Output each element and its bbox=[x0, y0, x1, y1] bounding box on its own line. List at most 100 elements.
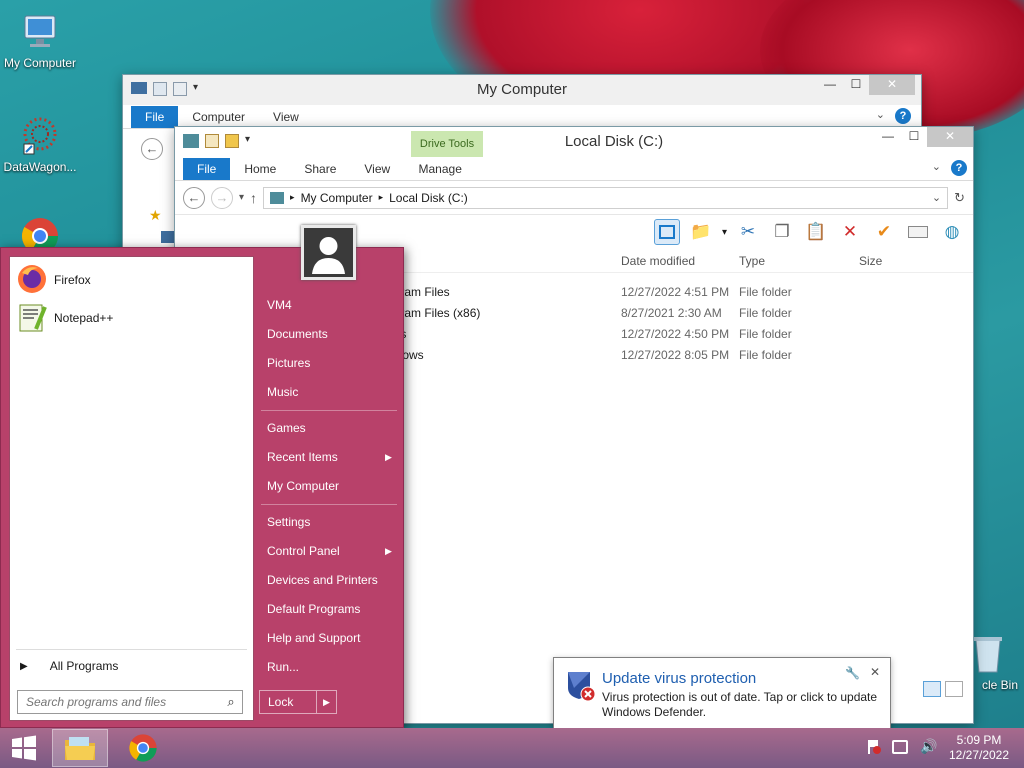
command-toolbar: 📁 ▾ ✂ ❐ 📋 ✕ ✔ ◍ bbox=[175, 215, 973, 249]
tab-computer[interactable]: Computer bbox=[178, 106, 259, 128]
chevron-down-icon[interactable]: ⌄ bbox=[876, 108, 885, 121]
properties-icon[interactable] bbox=[205, 134, 219, 148]
file-date: 12/27/2022 4:50 PM bbox=[621, 326, 730, 341]
large-icons-view-icon[interactable] bbox=[945, 681, 963, 697]
search-box[interactable]: ⌕ bbox=[17, 690, 243, 714]
rename-icon[interactable] bbox=[905, 219, 931, 245]
paste-icon[interactable]: 📋 bbox=[803, 219, 829, 245]
back-button[interactable]: ← bbox=[141, 138, 163, 160]
column-header-type[interactable]: Type bbox=[739, 254, 859, 268]
up-button[interactable]: ↑ bbox=[250, 190, 257, 206]
lock-button[interactable]: Lock ▶ bbox=[259, 690, 337, 714]
start-right-item-settings[interactable]: Settings bbox=[259, 508, 399, 536]
tab-manage[interactable]: Manage bbox=[404, 158, 476, 180]
forward-button[interactable]: → bbox=[211, 186, 233, 209]
file-date: 12/27/2022 8:05 PM bbox=[621, 347, 730, 362]
user-avatar-icon bbox=[304, 228, 353, 277]
clock[interactable]: 5:09 PM 12/27/2022 bbox=[944, 733, 1014, 763]
close-button[interactable]: ✕ bbox=[927, 127, 973, 147]
tab-view[interactable]: View bbox=[350, 158, 404, 180]
start-right-item-devices-printers[interactable]: Devices and Printers bbox=[259, 566, 399, 594]
tab-share[interactable]: Share bbox=[290, 158, 350, 180]
desktop-icon-datawagon[interactable]: DataWagon... bbox=[0, 114, 80, 174]
action-center-flag-icon[interactable] bbox=[866, 739, 881, 754]
window-title: Local Disk (C:) bbox=[564, 133, 664, 150]
network-icon[interactable] bbox=[892, 739, 908, 754]
help-icon[interactable]: ? bbox=[951, 160, 967, 176]
details-view-icon[interactable] bbox=[923, 681, 941, 697]
title-bar[interactable]: ▾ My Computer — ☐ ✕ bbox=[123, 75, 921, 105]
title-bar[interactable]: ▾ Drive Tools Local Disk (C:) — ☐ ✕ bbox=[175, 127, 973, 157]
windows-logo-icon bbox=[12, 735, 36, 761]
column-header-size[interactable]: Size bbox=[859, 254, 939, 268]
close-button[interactable]: ✕ bbox=[869, 75, 915, 95]
breadcrumb-my-computer[interactable]: My Computer bbox=[301, 191, 373, 205]
start-right-item-default-programs[interactable]: Default Programs bbox=[259, 595, 399, 623]
breadcrumb-local-disk[interactable]: Local Disk (C:) bbox=[389, 191, 468, 205]
file-type: File folder bbox=[739, 305, 792, 320]
start-right-item-my-computer[interactable]: My Computer bbox=[259, 472, 399, 500]
maximize-button[interactable]: ☐ bbox=[901, 127, 927, 147]
desktop-icon-label: My Computer bbox=[3, 56, 77, 70]
properties-folder-icon[interactable]: 📁 bbox=[688, 219, 714, 245]
start-right-item-help-support[interactable]: Help and Support bbox=[259, 624, 399, 652]
chevron-right-icon: ▶ bbox=[385, 452, 392, 462]
delete-icon[interactable]: ✕ bbox=[837, 219, 863, 245]
all-programs-button[interactable]: ▶ All Programs bbox=[20, 655, 118, 677]
chevron-down-icon[interactable]: ⌄ bbox=[932, 160, 941, 173]
back-button[interactable]: ← bbox=[183, 186, 205, 209]
start-right-item-recent-items[interactable]: Recent Items bbox=[259, 443, 399, 471]
breadcrumb-separator-icon: ▸ bbox=[378, 192, 384, 202]
settings-wrench-icon[interactable]: 🔧 bbox=[845, 666, 860, 680]
address-dropdown-icon[interactable]: ⌄ bbox=[932, 191, 941, 204]
start-right-item-music[interactable]: Music bbox=[259, 378, 399, 406]
tab-file[interactable]: File bbox=[131, 106, 179, 128]
taskbar-explorer-button[interactable] bbox=[52, 729, 108, 767]
taskbar-chrome-button[interactable] bbox=[120, 730, 166, 766]
desktop-icon-label: DataWagon... bbox=[3, 160, 77, 174]
address-bar[interactable]: ▸ My Computer ▸ Local Disk (C:) ⌄ bbox=[263, 186, 949, 209]
recent-locations-icon[interactable]: ▾ bbox=[239, 192, 244, 203]
minimize-button[interactable]: — bbox=[817, 75, 843, 95]
desktop-icon-my-computer[interactable]: My Computer bbox=[0, 10, 80, 70]
chevron-down-icon[interactable]: ▾ bbox=[245, 134, 250, 148]
tab-file[interactable]: File bbox=[183, 158, 231, 180]
preview-pane-icon[interactable] bbox=[653, 219, 680, 245]
column-header-date[interactable]: Date modified bbox=[621, 254, 739, 268]
tab-home[interactable]: Home bbox=[230, 158, 290, 180]
notification-title: Update virus protection bbox=[602, 670, 757, 687]
search-input[interactable] bbox=[24, 694, 220, 710]
start-programs-pane: Firefox Notepad++ ▶ All Programs ⌕ bbox=[9, 256, 254, 721]
start-item-firefox[interactable]: Firefox bbox=[10, 261, 253, 299]
file-type: File folder bbox=[739, 284, 792, 299]
start-item-notepadpp[interactable]: Notepad++ bbox=[10, 299, 253, 337]
user-picture[interactable] bbox=[301, 225, 356, 280]
new-folder-icon[interactable] bbox=[225, 134, 239, 148]
computer-icon bbox=[18, 10, 62, 54]
cut-icon[interactable]: ✂ bbox=[735, 219, 761, 245]
globe-icon[interactable]: ◍ bbox=[939, 219, 965, 245]
maximize-button[interactable]: ☐ bbox=[843, 75, 869, 95]
copy-icon[interactable]: ❐ bbox=[769, 219, 795, 245]
checkmark-icon[interactable]: ✔ bbox=[871, 219, 897, 245]
help-icon[interactable]: ? bbox=[895, 108, 911, 124]
start-right-item-games[interactable]: Games bbox=[259, 414, 399, 442]
start-item-label: Firefox bbox=[54, 273, 91, 287]
start-right-item-control-panel[interactable]: Control Panel bbox=[259, 537, 399, 565]
start-right-item-documents[interactable]: Documents bbox=[259, 320, 399, 348]
close-icon[interactable]: ✕ bbox=[870, 665, 880, 679]
start-right-item-run[interactable]: Run... bbox=[259, 653, 399, 681]
start-right-item-pictures[interactable]: Pictures bbox=[259, 349, 399, 377]
tab-view[interactable]: View bbox=[259, 106, 313, 128]
defender-shield-icon bbox=[564, 668, 598, 705]
start-right-item-vm4[interactable]: VM4 bbox=[259, 291, 399, 319]
chevron-down-icon[interactable]: ▾ bbox=[722, 227, 727, 238]
drive-small-icon[interactable] bbox=[183, 134, 199, 148]
minimize-button[interactable]: — bbox=[875, 127, 901, 147]
volume-icon[interactable]: 🔊 bbox=[920, 738, 937, 755]
notification-balloon[interactable]: Update virus protection Virus protection… bbox=[553, 657, 891, 729]
search-icon[interactable]: ⌕ bbox=[220, 694, 242, 710]
refresh-icon[interactable]: ↻ bbox=[954, 190, 965, 206]
chevron-right-icon[interactable]: ▶ bbox=[316, 691, 336, 713]
start-button[interactable] bbox=[0, 728, 48, 768]
